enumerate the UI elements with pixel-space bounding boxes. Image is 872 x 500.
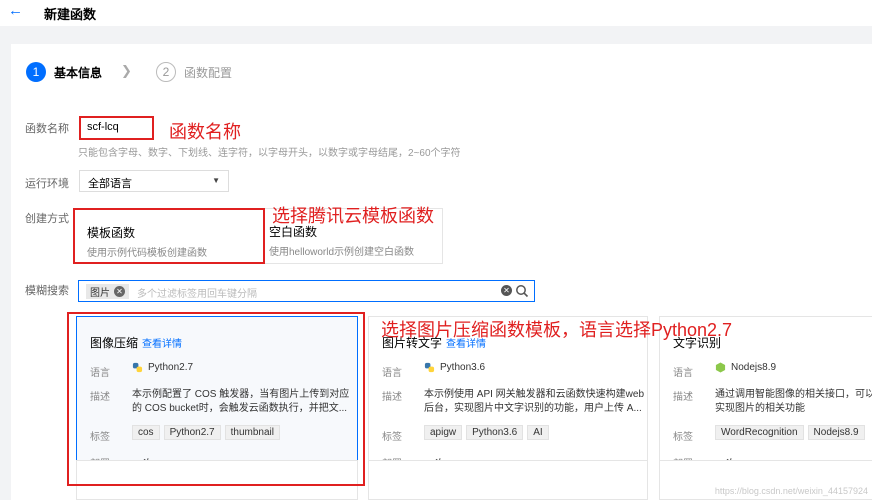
lang-value: Python3.6 — [424, 362, 485, 373]
tag: Python3.6 — [466, 425, 523, 440]
top-bar: ← 新建函数 — [0, 0, 872, 26]
lang-label: 语言 — [673, 364, 693, 379]
step-label: 基本信息 — [54, 64, 102, 81]
annotation-image-template: 选择图片压缩函数模板，语言选择Python2.7 — [381, 316, 732, 342]
search-icon[interactable] — [515, 284, 529, 298]
tag-list: WordRecognition Nodejs8.9 — [715, 425, 865, 440]
search-placeholder: 多个过滤标签用回车键分隔 — [137, 285, 257, 300]
lang-text: Python3.6 — [440, 362, 485, 373]
lang-label: 语言 — [382, 364, 402, 379]
step-basic-info: 1 基本信息 — [26, 62, 102, 82]
annotation-highlight-box — [67, 312, 365, 486]
tag: AI — [527, 425, 548, 440]
tag: Nodejs8.9 — [808, 425, 865, 440]
annotation-name: 函数名称 — [169, 118, 241, 144]
step-label: 函数配置 — [184, 64, 232, 81]
filter-tag-label: 图片 — [90, 284, 110, 299]
desc-text: 通过调用智能图像的相关接口，可以实现图片的相关功能 — [715, 388, 872, 416]
function-name-label: 函数名称 — [25, 120, 69, 136]
tag-list: apigw Python3.6 AI — [424, 425, 549, 440]
tags-label: 标签 — [673, 428, 693, 443]
arrow-left-icon[interactable]: ← — [8, 3, 23, 19]
option-title: 模板函数 — [87, 224, 135, 241]
runtime-label: 运行环境 — [25, 175, 69, 191]
function-name-hint: 只能包含字母、数字、下划线、连字符，以字母开头，以数字或字母结尾，2~60个字符 — [78, 144, 461, 159]
runtime-value: 全部语言 — [88, 178, 132, 190]
lang-text: Nodejs8.9 — [731, 362, 776, 373]
desc-label: 描述 — [382, 388, 402, 403]
desc-text: 本示例使用 API 网关触发器和云函数快速构建web后台，实现图片中文字识别的功… — [424, 388, 649, 416]
step-number: 2 — [156, 62, 176, 82]
chevron-right-icon: ❯ — [121, 63, 132, 79]
create-method-label: 创建方式 — [25, 210, 69, 226]
python-icon — [424, 362, 435, 373]
page-title: 新建函数 — [44, 4, 96, 23]
tag: WordRecognition — [715, 425, 804, 440]
step-function-config: 2 函数配置 — [156, 62, 232, 82]
caret-down-icon: ▼ — [212, 176, 220, 185]
step-number: 1 — [26, 62, 46, 82]
option-desc: 使用示例代码模板创建函数 — [87, 244, 207, 259]
fuzzy-search-label: 模糊搜索 — [25, 282, 69, 298]
tags-label: 标签 — [382, 428, 402, 443]
template-card-partial[interactable] — [368, 460, 648, 500]
annotation-template: 选择腾讯云模板函数 — [272, 202, 434, 228]
function-name-input[interactable]: scf-lcq — [79, 116, 154, 140]
clear-icon[interactable]: ✕ — [501, 285, 512, 296]
lang-value: Nodejs8.9 — [715, 362, 776, 373]
close-icon[interactable]: ✕ — [114, 286, 125, 297]
desc-label: 描述 — [673, 388, 693, 403]
nodejs-icon — [715, 362, 726, 373]
watermark: https://blog.csdn.net/weixin_44157924 — [715, 486, 868, 496]
filter-tag: 图片 ✕ — [86, 284, 129, 299]
runtime-select[interactable]: 全部语言 ▼ — [79, 170, 229, 192]
main-card: 1 基本信息 ❯ 2 函数配置 函数名称 scf-lcq 函数名称 只能包含字母… — [11, 44, 872, 500]
option-template-function[interactable]: 模板函数 使用示例代码模板创建函数 — [73, 208, 265, 264]
tag: apigw — [424, 425, 462, 440]
tag-search-input[interactable]: 图片 ✕ 多个过滤标签用回车键分隔 ✕ — [78, 280, 535, 302]
option-desc: 使用helloworld示例创建空白函数 — [269, 243, 414, 258]
